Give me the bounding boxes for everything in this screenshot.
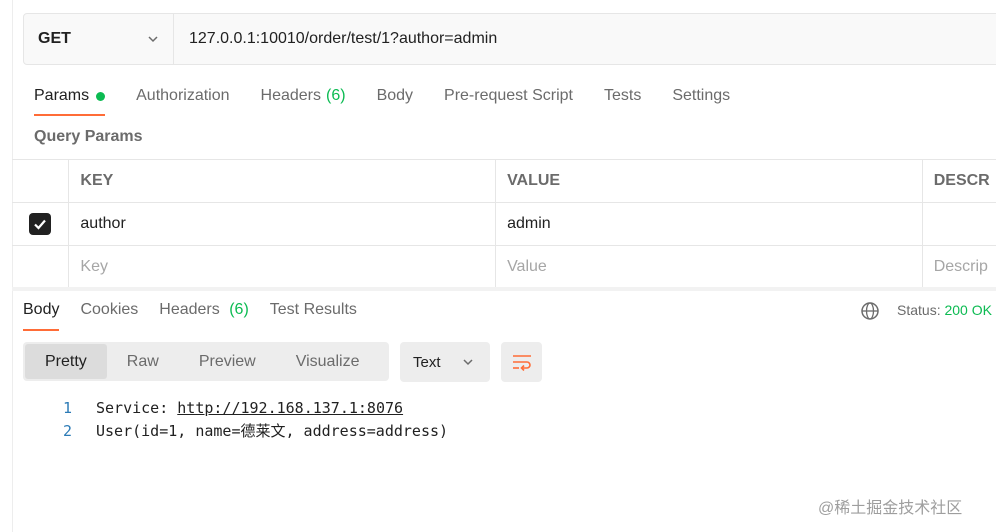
chevron-down-icon (148, 36, 158, 43)
response-tab-cookies-label: Cookies (80, 301, 139, 318)
response-tab-cookies[interactable]: Cookies (80, 299, 138, 331)
param-description-cell[interactable] (923, 203, 996, 245)
tab-settings-label: Settings (672, 87, 731, 104)
tab-params-label: Params (34, 87, 90, 104)
code-text: Service: http://192.168.137.1:8076 (96, 397, 403, 420)
param-key-cell[interactable]: author (69, 203, 497, 245)
view-mode-switcher: Pretty Raw Preview Visualize (23, 342, 389, 381)
tab-authorization[interactable]: Authorization (136, 84, 229, 116)
table-header-row: KEY VALUE DESCR (12, 160, 996, 203)
table-row: author admin (12, 203, 996, 246)
tab-headers-label: Headers (260, 87, 321, 104)
param-value-cell[interactable]: admin (496, 203, 923, 245)
params-active-dot-icon (96, 92, 106, 101)
line-number: 2 (62, 422, 72, 440)
view-raw-button[interactable]: Raw (107, 344, 179, 379)
view-pretty-button[interactable]: Pretty (25, 344, 107, 379)
row-check-cell (12, 203, 70, 245)
empty-check-cell (12, 246, 70, 288)
tab-tests[interactable]: Tests (604, 84, 641, 116)
column-header-value: VALUE (496, 160, 923, 202)
format-label: Text (413, 353, 441, 371)
header-check-cell (12, 160, 70, 202)
response-divider[interactable] (12, 287, 996, 291)
tab-tests-label: Tests (603, 87, 642, 104)
code-text: User(id=1, name=德莱文, address=address) (96, 422, 449, 440)
method-label: GET (38, 30, 71, 47)
response-tab-test-results-label: Test Results (269, 301, 357, 318)
response-tab-test-results[interactable]: Test Results (270, 299, 357, 331)
response-status: Status: 200 OK (897, 302, 992, 318)
globe-icon[interactable] (860, 301, 880, 321)
tab-settings[interactable]: Settings (672, 84, 730, 116)
response-tab-body[interactable]: Body (23, 299, 60, 331)
query-params-table: KEY VALUE DESCR author admin Key Value D… (12, 159, 996, 289)
tab-params[interactable]: Params (34, 84, 106, 116)
column-header-key: KEY (69, 160, 497, 202)
method-dropdown[interactable]: GET (24, 14, 174, 64)
response-tabs: Body Cookies Headers (6) Test Results (23, 299, 378, 331)
wrap-lines-button[interactable] (501, 342, 542, 382)
new-key-input[interactable]: Key (69, 246, 497, 288)
code-line: 2 User(id=1, name=德莱文, address=address) (50, 420, 448, 443)
view-preview-button[interactable]: Preview (179, 344, 276, 379)
request-bar: GET 127.0.0.1:10010/order/test/1?author=… (23, 13, 996, 65)
view-visualize-button[interactable]: Visualize (276, 344, 380, 379)
new-description-input[interactable]: Descrip (923, 246, 996, 288)
url-input[interactable]: 127.0.0.1:10010/order/test/1?author=admi… (174, 30, 497, 48)
watermark: @稀土掘金技术社区 (818, 500, 963, 517)
service-link[interactable]: http://192.168.137.1:8076 (177, 399, 403, 417)
query-params-title: Query Params (34, 128, 143, 145)
wrap-lines-icon (512, 355, 531, 371)
line-number: 1 (62, 399, 72, 417)
response-tab-body-label: Body (23, 301, 60, 318)
param-enabled-checkbox[interactable] (29, 213, 52, 235)
tab-body[interactable]: Body (377, 84, 413, 116)
request-tabs: Params Authorization Headers (6) Body Pr… (34, 84, 761, 116)
new-value-input[interactable]: Value (496, 246, 923, 288)
column-header-description: DESCR (933, 172, 990, 189)
table-row-empty: Key Value Descrip (12, 246, 996, 289)
response-tab-headers[interactable]: Headers (6) (159, 299, 249, 331)
code-prefix: Service: (96, 399, 178, 417)
tab-authorization-label: Authorization (136, 87, 230, 104)
response-body-code[interactable]: 1 Service: http://192.168.137.1:8076 2 U… (50, 397, 448, 443)
status-label: Status: (897, 302, 941, 318)
format-dropdown[interactable]: Text (400, 342, 490, 382)
chevron-down-icon (463, 359, 473, 366)
tab-headers[interactable]: Headers (6) (261, 84, 346, 116)
status-value: 200 OK (944, 302, 992, 318)
checkmark-icon (34, 219, 47, 230)
tab-body-label: Body (376, 87, 414, 104)
tab-pre-request-script-label: Pre-request Script (444, 87, 573, 104)
code-line: 1 Service: http://192.168.137.1:8076 (50, 397, 448, 420)
response-tab-headers-count: (6) (229, 301, 249, 318)
tab-headers-count: (6) (326, 87, 346, 104)
tab-pre-request-script[interactable]: Pre-request Script (444, 84, 573, 116)
response-tab-headers-label: Headers (159, 301, 220, 318)
